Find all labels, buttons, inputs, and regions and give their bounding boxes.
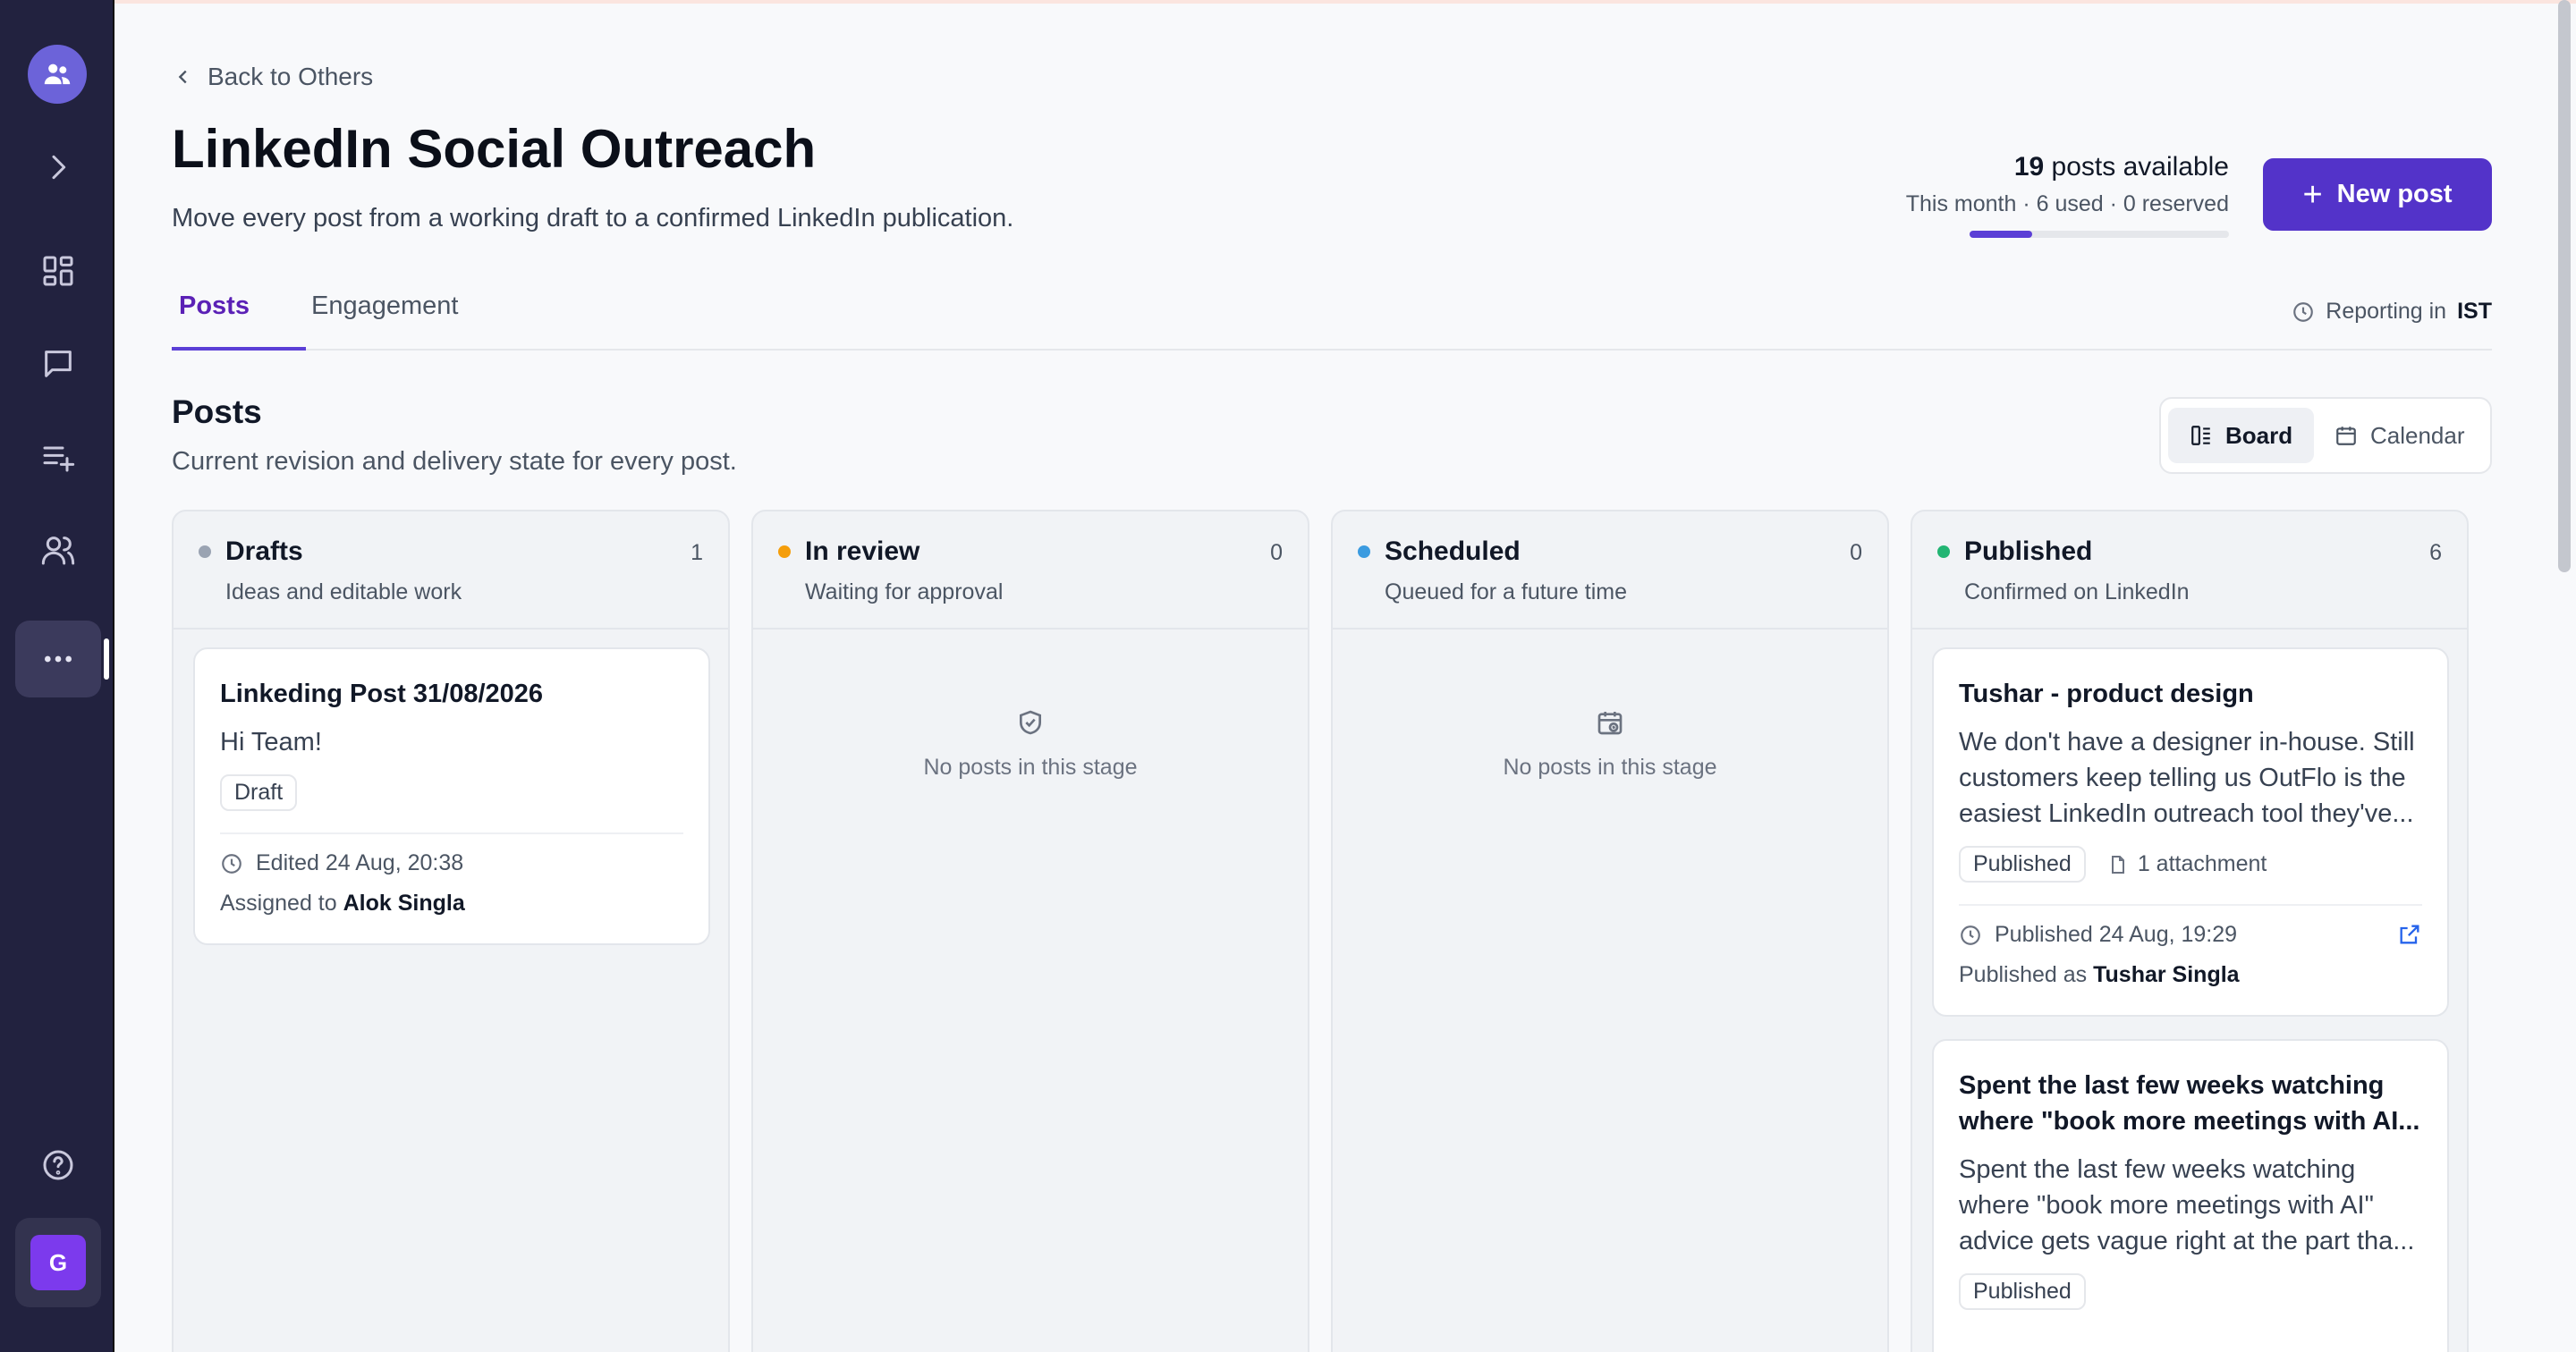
section-subtitle: Current revision and delivery state for … bbox=[172, 447, 737, 476]
post-title: Spent the last few weeks watching where … bbox=[1959, 1071, 2420, 1136]
column-title: Published bbox=[1964, 537, 2093, 566]
tab-posts[interactable]: Posts bbox=[172, 292, 306, 351]
person-prefix: Assigned to bbox=[220, 891, 337, 916]
calendar-clock-icon bbox=[1597, 712, 1623, 735]
column-published: Published 6 Confirmed on LinkedIn Tushar… bbox=[1911, 510, 2469, 1352]
avatar-initial: G bbox=[30, 1235, 86, 1290]
quota-label: posts available bbox=[2044, 152, 2229, 182]
calendar-icon bbox=[2336, 427, 2356, 445]
list-add-icon[interactable] bbox=[15, 418, 101, 495]
posts-quota: 19 posts available This month · 6 used ·… bbox=[1906, 152, 2229, 217]
post-time: Edited 24 Aug, 20:38 bbox=[256, 850, 464, 875]
clock-icon bbox=[1961, 925, 1980, 945]
users-icon[interactable] bbox=[15, 511, 101, 588]
person-name: Alok Singla bbox=[343, 891, 465, 916]
back-label: Back to Others bbox=[208, 63, 374, 90]
post-card[interactable]: Linkeding Post 31/08/2026 Hi Team! Draft… bbox=[193, 647, 710, 945]
status-badge: Published bbox=[1959, 1273, 2086, 1310]
file-icon bbox=[2111, 855, 2124, 874]
column-scheduled: Scheduled 0 Queued for a future time No … bbox=[1331, 510, 1889, 1352]
board-icon bbox=[2191, 426, 2210, 445]
reporting-tz: IST bbox=[2457, 299, 2492, 324]
calendar-label: Calendar bbox=[2370, 421, 2465, 449]
quota-count: 19 bbox=[2013, 152, 2045, 182]
attachment-indicator: 1 attachment bbox=[2107, 851, 2267, 877]
sidebar: G bbox=[0, 0, 114, 1352]
person-name: Tushar Singla bbox=[2093, 962, 2240, 987]
post-body: We don't have a designer in-house. Still… bbox=[1959, 728, 2415, 828]
clock-icon bbox=[2293, 301, 2314, 322]
empty-state: No posts in this stage bbox=[753, 708, 1308, 781]
column-description: Waiting for approval bbox=[805, 579, 1004, 604]
column-title: In review bbox=[805, 537, 920, 566]
divider bbox=[1959, 904, 2422, 906]
avatar[interactable]: G bbox=[15, 1218, 101, 1307]
chat-icon[interactable] bbox=[15, 325, 101, 402]
post-card[interactable]: Tushar - product design We don't have a … bbox=[1932, 647, 2449, 1017]
section-title: Posts bbox=[172, 393, 262, 430]
reporting-timezone[interactable]: Reporting in IST bbox=[2292, 299, 2492, 325]
calendar-view-button[interactable]: Calendar bbox=[2313, 408, 2487, 463]
column-count: 0 bbox=[1850, 540, 1862, 565]
reporting-prefix: Reporting in bbox=[2326, 299, 2447, 324]
tab-engagement[interactable]: Engagement bbox=[304, 292, 465, 351]
more-icon[interactable] bbox=[15, 621, 109, 697]
tab-bar: Posts Engagement bbox=[172, 292, 2492, 351]
page-title: LinkedIn Social Outreach bbox=[172, 119, 817, 179]
view-toggle: Board Calendar bbox=[2159, 397, 2492, 474]
quota-detail: This month · 6 used · 0 reserved bbox=[1905, 191, 2229, 216]
column-description: Confirmed on LinkedIn bbox=[1964, 579, 2190, 604]
column-in-review: In review 0 Waiting for approval No post… bbox=[751, 510, 1309, 1352]
column-description: Queued for a future time bbox=[1385, 579, 1627, 604]
chevron-right-icon[interactable] bbox=[15, 129, 101, 206]
page-subtitle: Move every post from a working draft to … bbox=[172, 204, 1014, 232]
team-icon[interactable] bbox=[28, 45, 87, 104]
chevron-left-icon bbox=[178, 70, 187, 84]
post-body: Hi Team! bbox=[220, 728, 322, 756]
person-prefix: Published as bbox=[1959, 962, 2088, 987]
back-link[interactable]: Back to Others bbox=[174, 63, 373, 91]
new-post-label: New post bbox=[2336, 180, 2453, 208]
status-dot bbox=[199, 545, 211, 558]
status-dot bbox=[1358, 545, 1370, 558]
clock-icon bbox=[222, 853, 242, 874]
divider bbox=[220, 832, 683, 834]
tab-label: Engagement bbox=[311, 292, 459, 320]
top-accent-line bbox=[114, 0, 2576, 4]
tab-label: Posts bbox=[179, 292, 250, 320]
dashboard-icon[interactable] bbox=[15, 232, 101, 309]
quota-progress-bar bbox=[1970, 231, 2229, 238]
quota-progress-fill bbox=[1970, 231, 2032, 238]
board-view-button[interactable]: Board bbox=[2168, 408, 2315, 463]
plus-icon: + bbox=[2302, 175, 2323, 214]
column-description: Ideas and editable work bbox=[225, 579, 462, 604]
post-time: Published 24 Aug, 19:29 bbox=[1995, 922, 2238, 947]
shield-check-icon bbox=[1020, 710, 1041, 735]
status-dot bbox=[1937, 545, 1950, 558]
post-title: Tushar - product design bbox=[1959, 680, 2254, 708]
empty-label: No posts in this stage bbox=[1503, 755, 1717, 780]
column-count: 0 bbox=[1270, 540, 1283, 565]
status-dot bbox=[778, 545, 791, 558]
post-body: Spent the last few weeks watching where … bbox=[1959, 1155, 2415, 1255]
column-title: Drafts bbox=[225, 537, 303, 566]
help-icon[interactable] bbox=[15, 1127, 101, 1204]
status-badge: Published bbox=[1959, 846, 2086, 883]
column-drafts: Drafts 1 Ideas and editable work Linkedi… bbox=[172, 510, 730, 1352]
new-post-button[interactable]: + New post bbox=[2263, 158, 2492, 231]
status-badge: Draft bbox=[220, 774, 298, 811]
post-title: Linkeding Post 31/08/2026 bbox=[220, 680, 544, 708]
post-card[interactable]: Spent the last few weeks watching where … bbox=[1932, 1039, 2449, 1352]
column-count: 6 bbox=[2429, 540, 2442, 565]
external-link-icon[interactable] bbox=[2397, 922, 2422, 953]
column-count: 1 bbox=[691, 540, 703, 565]
column-title: Scheduled bbox=[1385, 537, 1521, 566]
board-label: Board bbox=[2225, 421, 2293, 449]
scrollbar[interactable] bbox=[2558, 0, 2571, 572]
empty-state: No posts in this stage bbox=[1333, 708, 1887, 781]
empty-label: No posts in this stage bbox=[923, 755, 1138, 780]
attachment-label: 1 attachment bbox=[2137, 851, 2267, 876]
